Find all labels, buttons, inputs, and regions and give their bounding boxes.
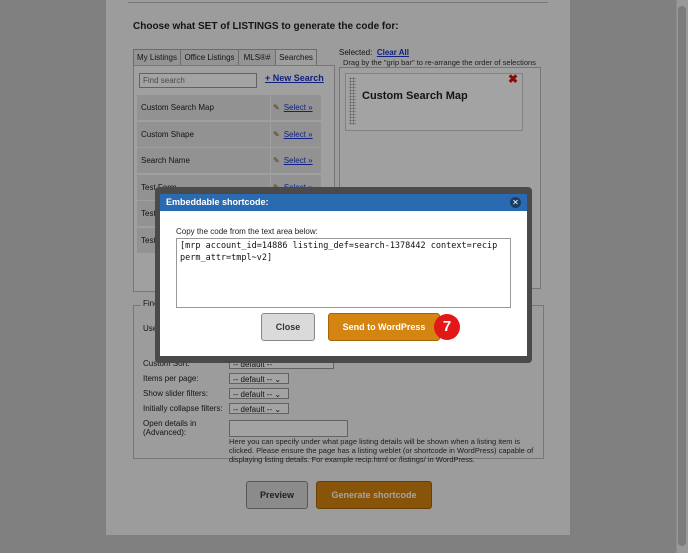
shortcode-textarea[interactable]: [mrp account_id=14886 listing_def=search…	[176, 238, 511, 308]
send-to-wordpress-button[interactable]: Send to WordPress	[328, 313, 440, 341]
dialog-instruction: Copy the code from the text area below:	[176, 227, 318, 236]
step-badge: 7	[434, 314, 460, 340]
close-button[interactable]: Close	[261, 313, 315, 341]
close-icon[interactable]: ✕	[510, 197, 521, 208]
dialog-title: Embeddable shortcode:	[160, 194, 527, 211]
